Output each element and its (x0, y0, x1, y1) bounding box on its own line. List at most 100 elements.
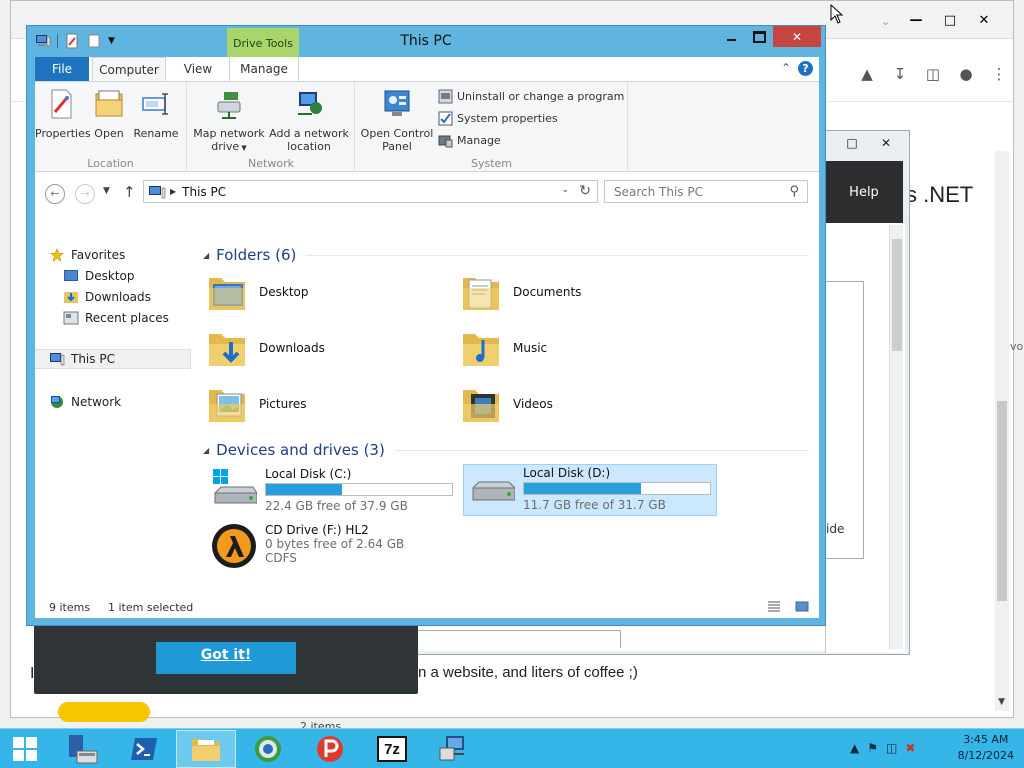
dialog-scroll-thumb[interactable] (892, 239, 902, 351)
folders-section-header[interactable]: ◢ Folders (6) (203, 246, 809, 264)
recent-locations-dropdown-icon[interactable]: ▼ (103, 186, 110, 196)
sidebar-icon[interactable]: ◫ (923, 63, 943, 85)
dialog-help-header[interactable]: Help (825, 161, 903, 223)
taskbar-chrome[interactable] (238, 730, 298, 768)
maximize-button[interactable] (745, 26, 773, 47)
refresh-icon[interactable]: ↻ (579, 183, 591, 199)
browser-scrollbar[interactable] (995, 151, 1009, 711)
folder-item-documents[interactable]: Documents (461, 270, 581, 314)
nav-favorites[interactable]: Favorites (49, 245, 125, 265)
manage-button[interactable]: Manage (438, 133, 501, 148)
up-arrow-icon[interactable]: ↑ (123, 183, 136, 201)
dialog-maximize-button[interactable]: □ (835, 133, 869, 153)
browser-close-button[interactable]: ✕ (967, 9, 1001, 31)
drive-item-d[interactable]: Local Disk (D:) 11.7 GB free of 31.7 GB (463, 464, 717, 516)
drive-usage-bar (265, 483, 453, 496)
taskbar-file-explorer[interactable] (176, 730, 236, 768)
flag-icon[interactable]: ⚑ (867, 741, 878, 755)
folder-item-music[interactable]: Music (461, 326, 547, 370)
profile-icon[interactable]: ● (956, 63, 976, 85)
volume-muted-icon[interactable]: ✖ (905, 741, 915, 755)
browser-maximize-button[interactable]: □ (933, 9, 967, 31)
browser-scroll-thumb[interactable] (997, 401, 1007, 601)
taskbar-network-tool[interactable] (424, 730, 484, 768)
add-network-location-label-1: Add a network (269, 127, 349, 140)
map-drive-dropdown-icon[interactable]: ▼ (239, 144, 246, 152)
search-input[interactable]: Search This PC ⚲ (604, 180, 808, 203)
collapse-triangle-icon[interactable]: ◢ (203, 446, 209, 455)
address-box[interactable]: ▶ This PC ⌄ ↻ (143, 180, 598, 203)
browser-window-controls: — □ ✕ (899, 9, 1001, 31)
folder-label: Desktop (259, 285, 309, 299)
minimize-button[interactable] (717, 26, 745, 47)
folder-item-desktop[interactable]: Desktop (207, 270, 309, 314)
taskbar-7zip[interactable]: 7z (362, 730, 422, 768)
download-icon[interactable]: ↧ (890, 63, 910, 85)
tab-view[interactable]: View (169, 57, 227, 81)
cookie-accept-button[interactable]: Got it! (156, 642, 296, 674)
dialog-field[interactable] (385, 630, 621, 648)
system-properties-label: System properties (457, 112, 558, 125)
nav-this-pc[interactable]: This PC (35, 349, 191, 369)
tab-file[interactable]: File (35, 57, 89, 81)
breadcrumb-this-pc[interactable]: This PC (182, 185, 226, 199)
ribbon-tab-bar: File Computer View Manage ⌃ ? (35, 57, 819, 81)
browser-minimize-button[interactable]: — (899, 9, 933, 31)
uninstall-program-button[interactable]: Uninstall or change a program (438, 89, 624, 104)
breadcrumb-arrow-icon[interactable]: ▶ (170, 187, 176, 196)
details-view-icon[interactable] (767, 601, 781, 612)
back-button[interactable]: ← (45, 184, 65, 204)
network-tray-icon[interactable]: ◫ (886, 741, 897, 755)
menu-dots-icon[interactable]: ⋮ (989, 63, 1009, 85)
start-button[interactable] (0, 730, 50, 768)
collapse-ribbon-icon[interactable]: ⌃ (781, 61, 791, 75)
clock[interactable]: 3:45 AM 8/12/2024 (958, 732, 1014, 764)
dialog-text-fragment: ide (826, 522, 845, 536)
rename-button[interactable]: Rename (131, 88, 181, 140)
dialog-close-button[interactable]: ✕ (869, 133, 903, 153)
drive-usage-bar (523, 482, 711, 495)
taskbar-puttygen[interactable] (300, 730, 360, 768)
tab-computer[interactable]: Computer (92, 57, 166, 81)
nav-downloads[interactable]: Downloads (63, 287, 151, 307)
add-network-location-button[interactable]: Add a network location (268, 88, 350, 153)
help-icon[interactable]: ? (798, 61, 813, 76)
downloads-folder-icon (209, 334, 245, 366)
drive-usage-fill (266, 484, 343, 495)
drive-item-c[interactable]: Local Disk (C:) 22.4 GB free of 37.9 GB (211, 467, 453, 513)
flask-icon[interactable]: ▲ (857, 63, 877, 85)
nav-desktop[interactable]: Desktop (63, 266, 135, 286)
system-properties-button[interactable]: System properties (438, 111, 558, 126)
add-network-location-icon (298, 92, 322, 115)
folder-item-videos[interactable]: Videos (461, 382, 553, 426)
search-icon[interactable]: ⚲ (789, 184, 799, 199)
folder-item-pictures[interactable]: Pictures (207, 382, 307, 426)
properties-button[interactable]: Properties (35, 88, 91, 140)
close-button[interactable]: ✕ (773, 26, 821, 47)
yellow-pill-button[interactable] (58, 702, 150, 722)
large-icons-view-icon[interactable] (795, 601, 809, 612)
devices-section-header[interactable]: ◢ Devices and drives (3) (203, 441, 809, 459)
folder-label: Videos (513, 397, 553, 411)
properties-icon (51, 89, 72, 119)
explorer-titlebar[interactable]: ▼ Drive Tools This PC ✕ (27, 26, 825, 57)
content-pane: ◢ Folders (6) Desktop Documents Download… (193, 212, 819, 596)
tab-list-chevron-icon[interactable]: ⌄ (881, 15, 890, 28)
open-control-panel-button[interactable]: Open Control Panel (360, 88, 434, 153)
rename-label: Rename (133, 127, 179, 140)
map-network-drive-button[interactable]: Map network drive ▼ (192, 88, 266, 155)
dialog-scrollbar[interactable] (889, 225, 903, 649)
scroll-down-arrow-icon[interactable]: ▼ (998, 697, 1005, 707)
open-button[interactable]: Open (89, 88, 129, 140)
taskbar-server-manager[interactable] (52, 730, 112, 768)
collapse-triangle-icon[interactable]: ◢ (203, 251, 209, 260)
tab-manage[interactable]: Manage (229, 57, 299, 81)
drive-item-f[interactable]: CD Drive (F:) HL2 0 bytes free of 2.64 G… (211, 523, 404, 569)
nav-network[interactable]: Network (49, 392, 121, 412)
show-hidden-icons-icon[interactable]: ▲ (850, 741, 859, 755)
address-dropdown-icon[interactable]: ⌄ (561, 185, 569, 195)
folder-item-downloads[interactable]: Downloads (207, 326, 325, 370)
forward-button[interactable]: → (75, 184, 95, 204)
nav-recent-places[interactable]: Recent places (63, 308, 169, 328)
taskbar-powershell[interactable] (114, 730, 174, 768)
